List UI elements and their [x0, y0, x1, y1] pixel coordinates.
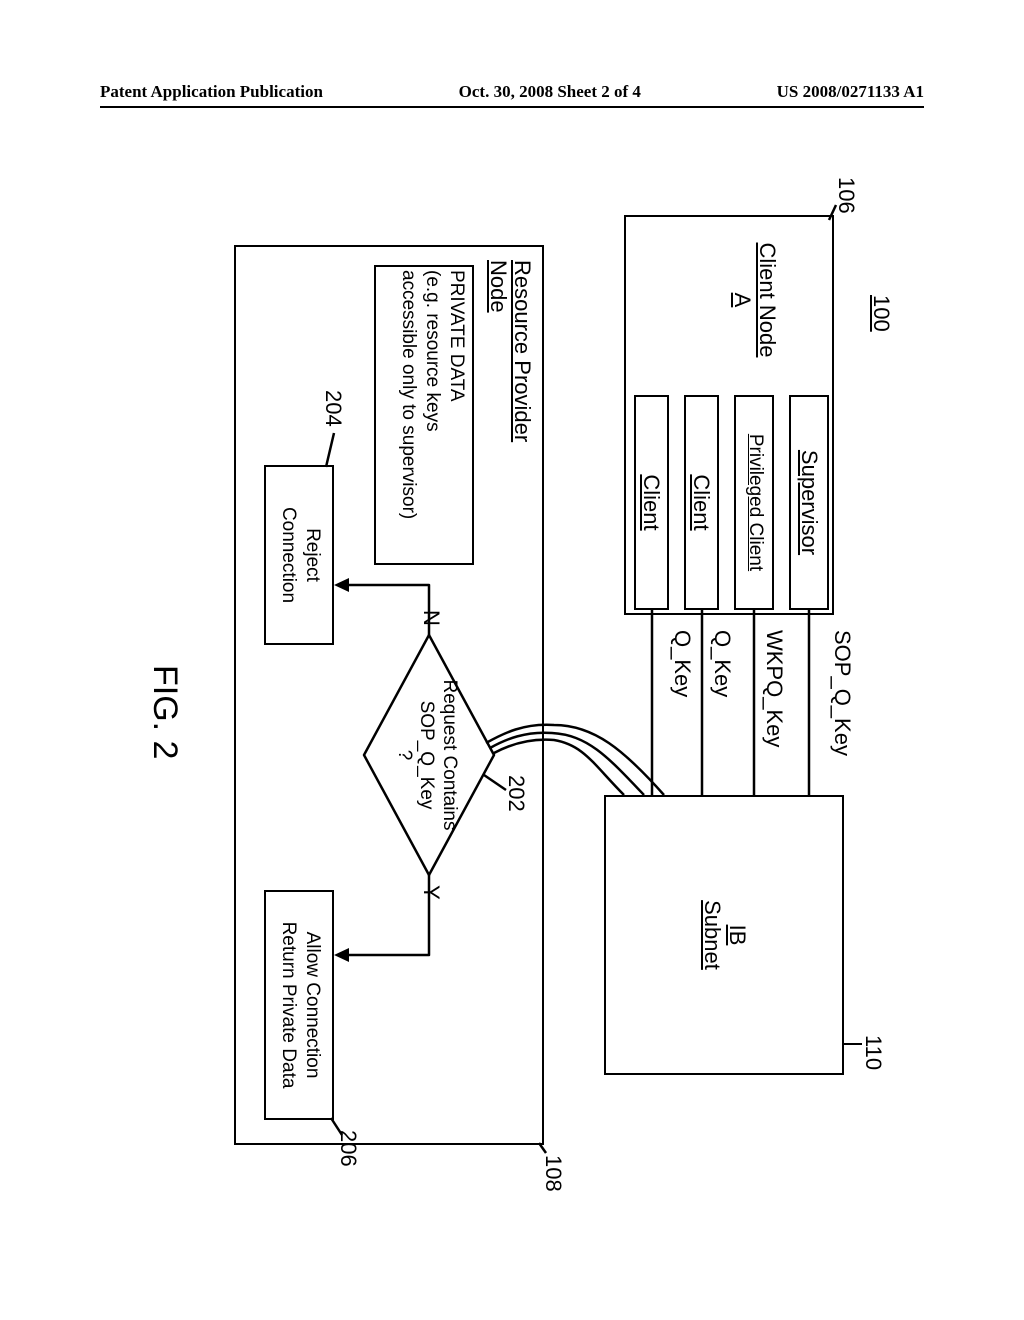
header-rule [100, 106, 924, 108]
header-center: Oct. 30, 2008 Sheet 2 of 4 [459, 82, 641, 102]
header-right: US 2008/0271133 A1 [777, 82, 924, 102]
patent-header: Patent Application Publication Oct. 30, … [100, 82, 924, 102]
figure-2-diagram: 100 Client Node A Supervisor Privileged … [100, 155, 924, 1195]
connection-lines [100, 155, 924, 1195]
figure-area: 100 Client Node A Supervisor Privileged … [100, 155, 924, 1195]
header-left: Patent Application Publication [100, 82, 323, 102]
